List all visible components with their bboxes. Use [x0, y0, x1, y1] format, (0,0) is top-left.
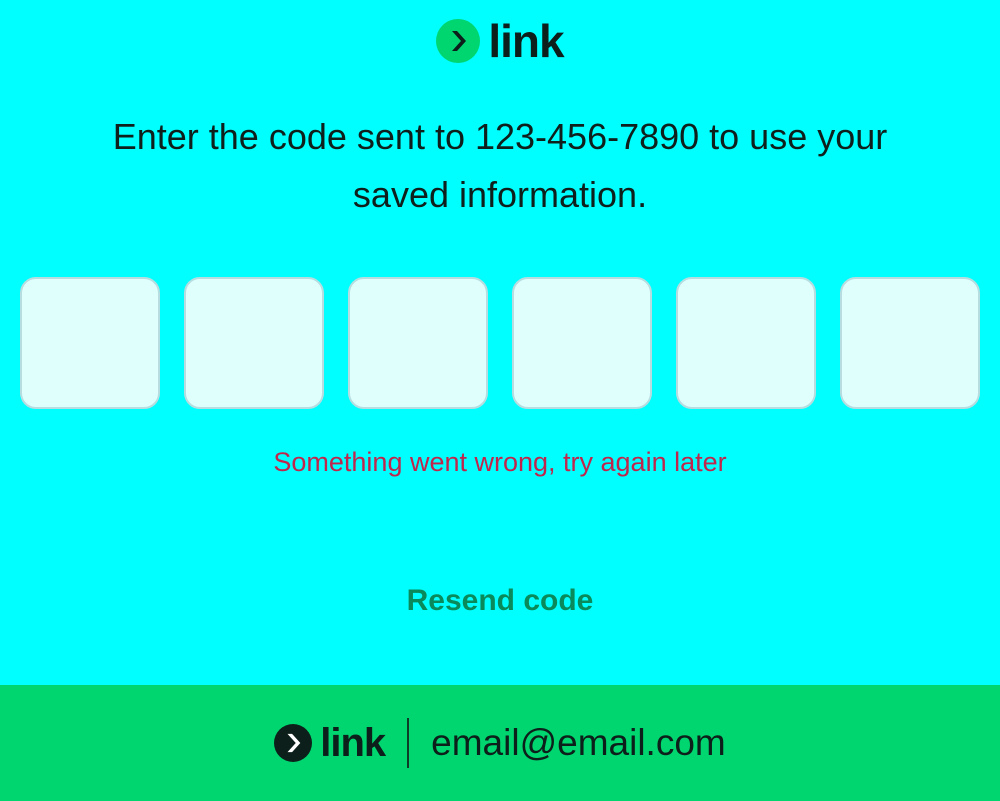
otp-digit-4[interactable]	[512, 277, 652, 409]
link-logo: link	[0, 18, 1000, 64]
logo-wordmark: link	[488, 15, 564, 67]
chevron-right-icon	[274, 724, 313, 762]
otp-digit-5[interactable]	[676, 277, 816, 409]
account-email: email@email.com	[431, 722, 726, 763]
verification-message: Enter the code sent to 123-456-7890 to u…	[112, 116, 888, 215]
otp-input-group	[20, 277, 980, 409]
footer-divider	[407, 718, 410, 768]
verification-panel: link Enter the code sent to 123-456-7890…	[0, 0, 1000, 685]
footer-link-logo: link	[274, 721, 386, 765]
otp-digit-3[interactable]	[348, 277, 488, 409]
otp-digit-1[interactable]	[20, 277, 160, 409]
chevron-right-icon	[436, 19, 481, 63]
error-message: Something went wrong, try again later	[273, 447, 727, 477]
otp-digit-2[interactable]	[184, 277, 324, 409]
otp-digit-6[interactable]	[840, 277, 980, 409]
footer-bar: link email@email.com	[0, 685, 1000, 801]
resend-code-button[interactable]: Resend code	[0, 584, 1000, 618]
footer-wordmark: link	[320, 721, 386, 765]
